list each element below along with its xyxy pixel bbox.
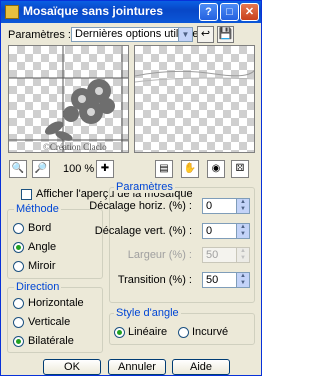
- style-angle-group: Style d'angle Linéaire Incurvé: [109, 307, 255, 345]
- show-mosaic-preview-checkbox[interactable]: [21, 189, 32, 200]
- width-input: 50 ▲ ▼: [202, 247, 250, 263]
- dialog-window: Mosaïque sans jointures ? □ ✕ Paramètres…: [0, 0, 262, 376]
- offset-vert-input[interactable]: 0 ▲ ▼: [202, 223, 250, 239]
- offset-horiz-label: Décalage horiz. (%) :: [89, 200, 192, 212]
- presets-label: Paramètres :: [8, 29, 71, 41]
- flower-graphic: [44, 79, 115, 141]
- transition-value: 50: [206, 274, 219, 286]
- zoom-out-button[interactable]: 🔎: [32, 160, 50, 178]
- parametres-title: Paramètres: [114, 181, 175, 193]
- source-preview[interactable]: ©Création Claclo: [8, 45, 129, 153]
- transition-input[interactable]: 50 ▲ ▼: [202, 272, 250, 288]
- parametres-group: Paramètres Décalage horiz. (%) : 0 ▲ ▼ Dé…: [89, 181, 255, 303]
- close-button[interactable]: ✕: [240, 3, 259, 21]
- direction-title: Direction: [14, 281, 62, 293]
- maximize-button[interactable]: □: [220, 3, 239, 21]
- help-title-button[interactable]: ?: [199, 3, 218, 21]
- spinner-arrows-icon[interactable]: ▲ ▼: [236, 273, 249, 287]
- methode-title: Méthode: [14, 203, 61, 215]
- direction-group: Direction Horizontale Verticale Bilatéra…: [7, 281, 103, 353]
- radio-lineaire-label: Linéaire: [128, 326, 168, 338]
- offset-horiz-input[interactable]: 0 ▲ ▼: [202, 198, 250, 214]
- offset-horiz-value: 0: [206, 200, 213, 212]
- radio-bord[interactable]: [13, 223, 24, 234]
- auto-proof-button[interactable]: ✋: [181, 160, 199, 178]
- spinner-arrows-icon: ▲ ▼: [236, 248, 249, 262]
- width-label: Largeur (%) :: [127, 249, 192, 261]
- style-angle-title: Style d'angle: [114, 307, 181, 319]
- result-preview: [134, 45, 255, 153]
- app-icon: [5, 5, 19, 19]
- eye-icon[interactable]: ◉: [207, 160, 225, 178]
- radio-verticale[interactable]: [13, 317, 24, 328]
- width-value: 50: [206, 249, 219, 261]
- title-bar[interactable]: Mosaïque sans jointures ? □ ✕: [1, 1, 261, 23]
- radio-miroir[interactable]: [13, 261, 24, 272]
- save-preset-button[interactable]: 💾: [217, 26, 234, 43]
- ok-button[interactable]: OK: [43, 359, 101, 375]
- pan-move-button[interactable]: ✚: [96, 160, 114, 178]
- cancel-button[interactable]: Annuler: [108, 359, 166, 375]
- radio-verticale-label: Verticale: [28, 316, 71, 328]
- radio-incurve[interactable]: [178, 327, 189, 338]
- reset-button[interactable]: ↩: [197, 26, 214, 43]
- chevron-down-icon[interactable]: ▼: [178, 28, 192, 41]
- radio-angle-label: Angle: [28, 241, 57, 253]
- offset-vert-value: 0: [206, 225, 213, 237]
- radio-bilaterale-label: Bilatérale: [28, 335, 74, 347]
- radio-lineaire[interactable]: [114, 327, 125, 338]
- radio-horizontale-label: Horizontale: [28, 297, 84, 309]
- window-title: Mosaïque sans jointures: [23, 4, 164, 18]
- preview-layout-button[interactable]: ▤: [155, 160, 173, 178]
- presets-dropdown[interactable]: Dernières options utilisées ▼: [71, 27, 204, 42]
- methode-group: Méthode Bord Angle Miroir: [7, 203, 103, 279]
- radio-incurve-label: Incurvé: [192, 326, 229, 338]
- radio-angle[interactable]: [13, 242, 24, 253]
- result-preview-image: [135, 69, 254, 83]
- spinner-arrows-icon[interactable]: ▲ ▼: [236, 224, 249, 238]
- radio-bilaterale[interactable]: [13, 336, 24, 347]
- zoom-in-button[interactable]: 🔍: [9, 160, 27, 178]
- zoom-level: 100 %: [63, 163, 95, 175]
- transition-label: Transition (%) :: [117, 274, 192, 286]
- radio-bord-label: Bord: [28, 222, 52, 234]
- watermark: ©Création Claclo: [43, 142, 107, 152]
- offset-vert-label: Décalage vert. (%) :: [94, 225, 192, 237]
- spinner-arrows-icon[interactable]: ▲ ▼: [236, 199, 249, 213]
- help-button[interactable]: Aide: [172, 359, 230, 375]
- radio-horizontale[interactable]: [13, 298, 24, 309]
- source-preview-image: ©Création Claclo: [9, 46, 128, 152]
- randomize-button[interactable]: ⚄: [231, 160, 249, 178]
- radio-miroir-label: Miroir: [28, 260, 56, 272]
